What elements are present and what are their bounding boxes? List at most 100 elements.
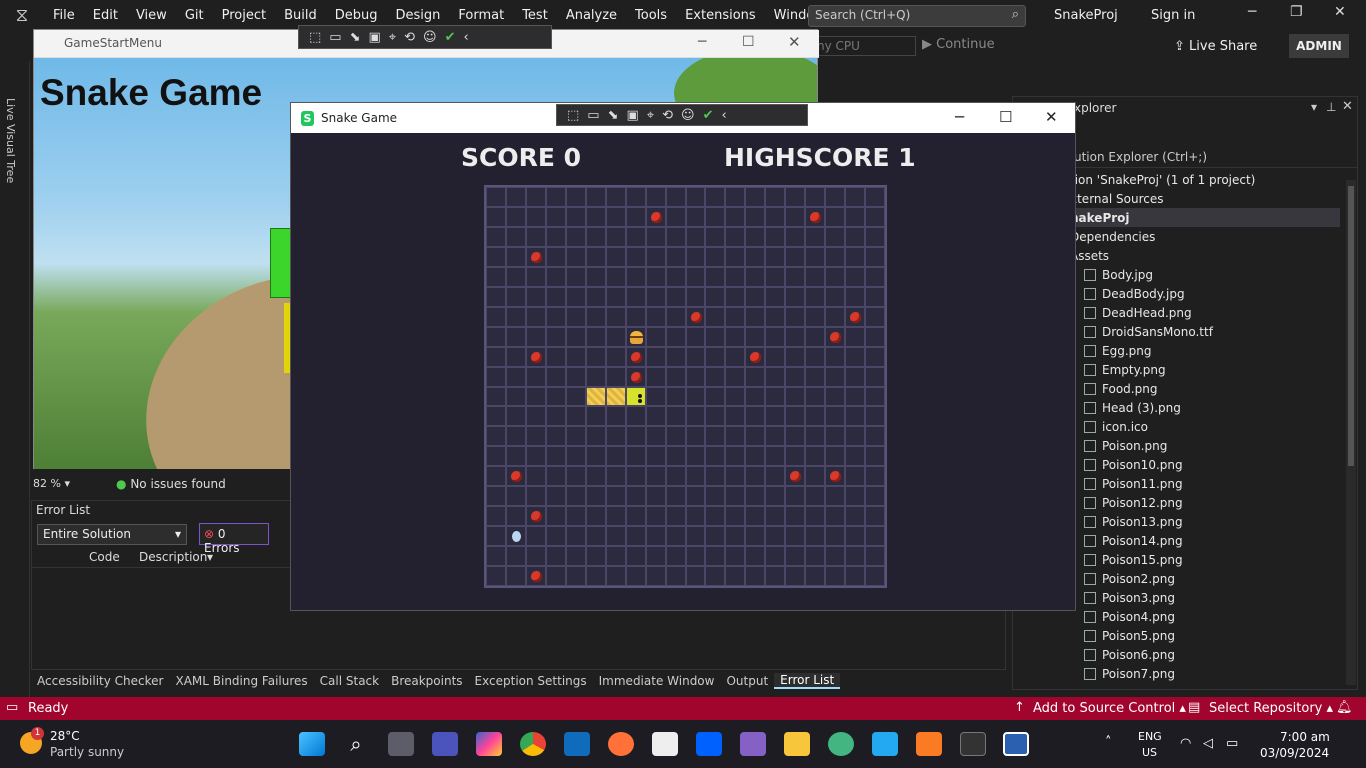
close-icon[interactable]: ✕	[1045, 108, 1058, 126]
solution-item[interactable]: Poison4.png	[1084, 607, 1175, 626]
errors-filter-button[interactable]: ⊗ 0 Errors	[199, 523, 269, 555]
volume-icon[interactable]: ◁	[1203, 736, 1213, 751]
solution-item[interactable]: Poison3.png	[1084, 588, 1175, 607]
pointer-icon[interactable]: ⬊	[608, 108, 619, 123]
live-share-button[interactable]: ⇪ Live Share	[1174, 39, 1257, 54]
column-code[interactable]: Code	[89, 550, 120, 564]
clock-date[interactable]: 03/09/2024	[1260, 746, 1329, 760]
solution-item[interactable]: Poison11.png	[1084, 474, 1183, 493]
clock-time[interactable]: 7:00 am	[1280, 730, 1330, 744]
collapse-icon[interactable]: ‹	[722, 108, 727, 123]
solution-item[interactable]: Head (3).png	[1084, 398, 1181, 417]
solution-item[interactable]: Food.png	[1084, 379, 1157, 398]
minimize-icon[interactable]: ─	[955, 108, 964, 126]
camera-icon[interactable]: ▭	[329, 30, 341, 45]
notification-icon[interactable]: 🔔︎	[1336, 700, 1353, 715]
teams-icon[interactable]	[432, 732, 458, 756]
solution-item[interactable]: Poison.png	[1084, 436, 1167, 455]
wifi-icon[interactable]: ◠	[1180, 736, 1191, 751]
check-icon[interactable]: ✔	[703, 108, 714, 123]
chrome-icon[interactable]	[520, 732, 546, 756]
maximize-icon[interactable]: ❐	[1290, 4, 1303, 20]
firefox-icon[interactable]	[608, 732, 634, 756]
select-element-icon[interactable]: ⬚	[567, 108, 579, 123]
solution-item[interactable]: Poison13.png	[1084, 512, 1183, 531]
tab-call-stack[interactable]: Call Stack	[314, 674, 385, 688]
windows-start-icon[interactable]	[299, 732, 325, 756]
live-visual-tree-tab[interactable]: Live Visual Tree	[4, 98, 17, 183]
track-focus-icon[interactable]: ⌖	[389, 30, 396, 45]
issues-indicator[interactable]: ● No issues found	[116, 477, 226, 491]
error-scope-dropdown[interactable]: Entire Solution ▾	[37, 524, 187, 545]
maximize-icon[interactable]: ☐	[742, 34, 755, 50]
camera-icon[interactable]: ▭	[587, 108, 599, 123]
solution-item[interactable]: Poison5.png	[1084, 626, 1175, 645]
solution-scroll-thumb[interactable]	[1348, 186, 1354, 466]
browser-profile-icon[interactable]	[828, 732, 854, 756]
zoom-dropdown[interactable]: 82 % ▾	[33, 477, 93, 493]
solution-item[interactable]: Egg.png	[1084, 341, 1151, 360]
keyboard-layout[interactable]: US	[1142, 746, 1157, 759]
menu-item-project[interactable]: Project	[213, 0, 275, 31]
tab-breakpoints[interactable]: Breakpoints	[385, 674, 468, 688]
solution-item[interactable]: Poison6.png	[1084, 645, 1175, 664]
solution-item[interactable]: Poison2.png	[1084, 569, 1175, 588]
maximize-icon[interactable]: ☐	[999, 108, 1012, 126]
solution-item[interactable]: DeadBody.jpg	[1084, 284, 1185, 303]
tab-error-list[interactable]: Error List	[774, 673, 841, 689]
continue-button[interactable]: ▶ Continue	[922, 37, 995, 52]
task-view-icon[interactable]	[388, 732, 414, 756]
close-icon[interactable]: ✕	[1334, 4, 1346, 20]
track-focus-icon[interactable]: ⌖	[647, 108, 654, 123]
visual-studio-icon[interactable]	[740, 732, 766, 756]
column-description[interactable]: Description	[139, 550, 207, 564]
menu-item-file[interactable]: File	[44, 0, 84, 31]
solution-item[interactable]: tion 'SnakeProj' (1 of 1 project)	[1070, 170, 1255, 189]
collapse-icon[interactable]: ‹	[464, 30, 469, 45]
solution-item[interactable]: Poison12.png	[1084, 493, 1183, 512]
menu-item-edit[interactable]: Edit	[84, 0, 127, 31]
tab-output[interactable]: Output	[720, 674, 774, 688]
solution-item[interactable]: Poison7.png	[1084, 664, 1175, 683]
minimize-icon[interactable]: ─	[1248, 4, 1256, 20]
sign-in-link[interactable]: Sign in	[1151, 8, 1195, 23]
weather-description[interactable]: Partly sunny	[50, 745, 124, 759]
tab-exception-settings[interactable]: Exception Settings	[469, 674, 593, 688]
solution-item[interactable]: Empty.png	[1084, 360, 1166, 379]
menu-item-git[interactable]: Git	[176, 0, 213, 31]
tab-xaml-binding-failures[interactable]: XAML Binding Failures	[169, 674, 313, 688]
file-explorer-icon[interactable]	[784, 732, 810, 756]
minimize-icon[interactable]: ─	[698, 34, 706, 50]
platform-dropdown[interactable]: ny CPU	[810, 36, 916, 56]
accessibility-icon[interactable]: ☺	[423, 30, 437, 45]
solution-item[interactable]: Dependencies	[1070, 227, 1155, 246]
chevron-up-icon[interactable]: ˄	[1105, 735, 1112, 750]
close-panel-icon[interactable]: ✕	[1342, 99, 1353, 114]
select-element-icon[interactable]: ⬚	[309, 30, 321, 45]
solution-item[interactable]: icon.ico	[1084, 417, 1148, 436]
menu-item-analyze[interactable]: Analyze	[557, 0, 626, 31]
search-input[interactable]: Search (Ctrl+Q) ⌕	[808, 5, 1026, 27]
snake-game-taskbar-icon[interactable]	[1003, 732, 1029, 756]
battery-icon[interactable]: ▭	[1226, 736, 1238, 751]
sort-arrow-icon[interactable]: ▾	[207, 550, 213, 564]
solution-item[interactable]: Poison15.png	[1084, 550, 1183, 569]
amazon-icon[interactable]	[652, 732, 678, 756]
check-icon[interactable]: ✔	[445, 30, 456, 45]
solution-item[interactable]: Poison10.png	[1084, 455, 1183, 474]
language-indicator[interactable]: ENG	[1138, 730, 1162, 743]
add-to-source-control[interactable]: Add to Source Control ▴	[1033, 701, 1186, 716]
user-badge[interactable]: ADMIN	[1289, 34, 1349, 58]
tab-accessibility-checker[interactable]: Accessibility Checker	[31, 674, 169, 688]
solution-item[interactable]: DroidSansMono.ttf	[1084, 322, 1213, 341]
menu-item-tools[interactable]: Tools	[626, 0, 676, 31]
layout-adorner-icon[interactable]: ▣	[627, 108, 639, 123]
search-icon[interactable]: ⌕	[343, 732, 369, 756]
pin-icon[interactable]: ⊥	[1326, 100, 1336, 114]
terminal-icon[interactable]	[960, 732, 986, 756]
solution-item[interactable]: xternal Sources	[1070, 189, 1164, 208]
solution-item[interactable]: DeadHead.png	[1084, 303, 1192, 322]
close-icon[interactable]: ✕	[788, 33, 801, 51]
visual-studio-logo-icon[interactable]: ⧖	[0, 0, 44, 31]
vscode-icon[interactable]	[872, 732, 898, 756]
